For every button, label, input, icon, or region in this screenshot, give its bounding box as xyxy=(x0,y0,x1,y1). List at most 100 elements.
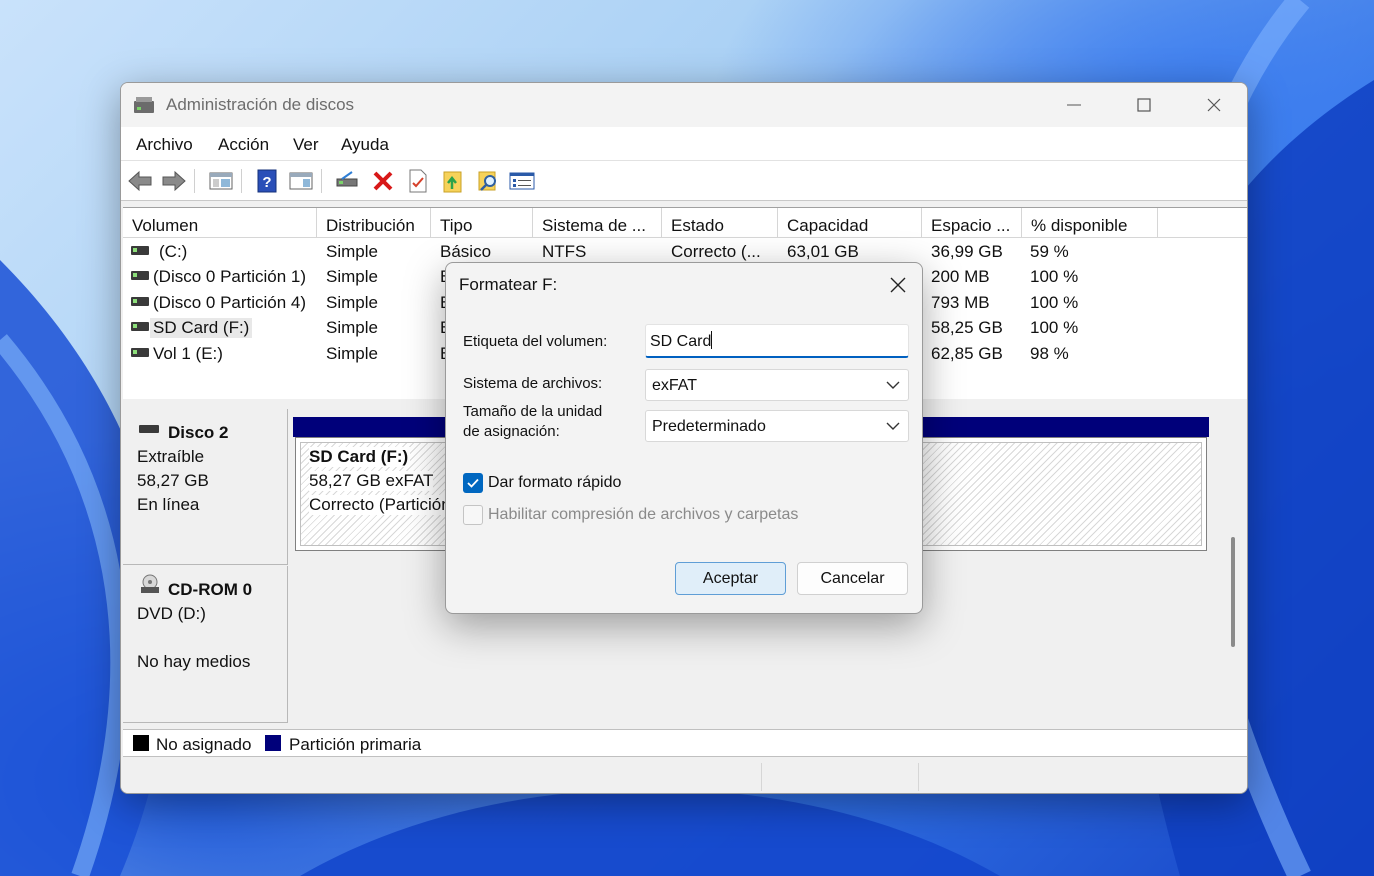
compression-label: Habilitar compresión de archivos y carpe… xyxy=(488,506,799,523)
toolbar-separator xyxy=(241,169,242,193)
connect-drive-icon xyxy=(336,171,358,187)
chevron-down-icon xyxy=(886,422,900,430)
cell-capacidad: 63,01 GB xyxy=(787,242,859,261)
format-dialog: Formatear F: Etiqueta del volumen: SD Ca… xyxy=(445,262,923,614)
cell-volumen: (Disco 0 Partición 1) xyxy=(153,267,307,286)
details-button[interactable] xyxy=(287,167,315,195)
filesystem-value: exFAT xyxy=(652,377,698,394)
quick-format-label[interactable]: Dar formato rápido xyxy=(488,474,621,492)
checkmark-icon xyxy=(467,478,479,488)
maximize-button[interactable] xyxy=(1109,83,1179,127)
console-tree-button[interactable] xyxy=(207,167,235,195)
delete-button[interactable] xyxy=(369,167,397,195)
disk-2-size: 58,27 GB xyxy=(137,471,209,490)
disk-2-status: En línea xyxy=(137,495,200,514)
column-tipo[interactable]: Tipo xyxy=(431,208,533,238)
cell-disponible: 59 % xyxy=(1030,242,1069,261)
cell-disponible: 100 % xyxy=(1030,293,1079,312)
menu-accion[interactable]: Acción xyxy=(218,135,269,155)
column-espacio[interactable]: Espacio ... xyxy=(922,208,1022,238)
menu-ver[interactable]: Ver xyxy=(293,135,319,155)
toolbar: ? xyxy=(121,161,1247,201)
cdrom-name: CD-ROM 0 xyxy=(168,580,253,599)
menu-ayuda[interactable]: Ayuda xyxy=(341,135,389,155)
status-divider xyxy=(918,763,919,791)
menu-archivo[interactable]: Archivo xyxy=(136,135,193,155)
vertical-scrollbar[interactable] xyxy=(1229,413,1237,721)
compression-checkbox xyxy=(463,505,483,525)
disk-2-kind: Extraíble xyxy=(137,447,205,466)
partition-state: Correcto (Partición xyxy=(309,495,451,515)
legend-unallocated: No asignado xyxy=(156,735,252,754)
allocation-value: Predeterminado xyxy=(652,418,766,435)
list-view-icon xyxy=(509,172,535,190)
back-button[interactable] xyxy=(126,167,154,195)
cell-disponible: 100 % xyxy=(1030,318,1079,337)
dialog-close-button[interactable] xyxy=(878,269,918,301)
disk-2-label[interactable]: Disco 2 Extraíble 58,27 GB En línea xyxy=(123,409,288,565)
column-distribucion[interactable]: Distribución xyxy=(317,208,431,238)
allocation-caption-line2: de asignación: xyxy=(463,423,560,440)
dialog-title: Formatear F: xyxy=(459,275,558,294)
cell-sistema: NTFS xyxy=(542,242,587,261)
delete-icon xyxy=(373,171,393,191)
cdrom-drive: DVD (D:) xyxy=(137,604,206,623)
cell-volumen: Vol 1 (E:) xyxy=(153,344,223,363)
cell-espacio: 200 MB xyxy=(931,267,990,286)
quick-format-checkbox[interactable] xyxy=(463,473,483,493)
cell-espacio: 62,85 GB xyxy=(931,344,1003,363)
cell-volumen: (C:) xyxy=(159,242,188,261)
cell-distribucion: Simple xyxy=(326,242,378,261)
cell-espacio: 793 MB xyxy=(931,293,990,312)
table-row[interactable]: (C:) Simple Básico NTFS Correcto (... 63… xyxy=(123,239,1247,264)
column-empty xyxy=(1158,208,1247,238)
window-title: Administración de discos xyxy=(166,95,355,114)
status-divider xyxy=(761,763,762,791)
column-estado[interactable]: Estado xyxy=(662,208,778,238)
details-icon xyxy=(289,172,313,190)
forward-button[interactable] xyxy=(160,167,188,195)
cell-disponible: 100 % xyxy=(1030,267,1079,286)
cdrom-icon xyxy=(141,574,159,593)
accept-button[interactable]: Aceptar xyxy=(675,562,786,595)
partition-name: SD Card (F:) xyxy=(309,447,411,467)
allocation-select[interactable]: Predeterminado xyxy=(645,410,909,442)
cell-distribucion: Simple xyxy=(326,293,378,312)
cell-distribucion: Simple xyxy=(326,318,378,337)
cell-espacio: 58,25 GB xyxy=(931,318,1003,337)
volume-label-caption: Etiqueta del volumen: xyxy=(463,333,608,350)
legend: No asignado Partición primaria xyxy=(123,729,1247,757)
back-arrow-icon xyxy=(128,170,152,192)
close-button[interactable] xyxy=(1179,83,1247,127)
column-capacidad[interactable]: Capacidad xyxy=(778,208,922,238)
volume-drive-icon xyxy=(131,297,149,306)
volume-drive-icon xyxy=(131,271,149,280)
list-view-button[interactable] xyxy=(508,167,536,195)
folder-up-button[interactable] xyxy=(439,167,467,195)
disk-2-name: Disco 2 xyxy=(168,423,229,442)
filesystem-select[interactable]: exFAT xyxy=(645,369,909,401)
scrollbar-thumb[interactable] xyxy=(1231,537,1235,647)
disk-icon xyxy=(139,425,159,433)
console-tree-icon xyxy=(209,172,233,190)
volume-label-input[interactable]: SD Card xyxy=(645,324,909,358)
cancel-button[interactable]: Cancelar xyxy=(797,562,908,595)
search-folder-button[interactable] xyxy=(475,167,503,195)
column-disponible[interactable]: % disponible xyxy=(1022,208,1158,238)
help-button[interactable]: ? xyxy=(253,167,281,195)
column-volumen[interactable]: Volumen xyxy=(123,208,317,238)
allocation-caption-line1: Tamaño de la unidad xyxy=(463,403,603,420)
close-icon xyxy=(1207,98,1221,112)
properties-button[interactable] xyxy=(404,167,432,195)
column-sistema[interactable]: Sistema de ... xyxy=(533,208,662,238)
cdrom-label[interactable]: CD-ROM 0 DVD (D:) No hay medios xyxy=(123,566,288,723)
cell-volumen: (Disco 0 Partición 4) xyxy=(153,293,307,312)
cell-distribucion: Simple xyxy=(326,344,378,363)
volume-drive-icon xyxy=(131,322,149,331)
minimize-button[interactable] xyxy=(1039,83,1109,127)
toolbar-separator xyxy=(321,169,322,193)
volume-label-value: SD Card xyxy=(650,333,712,350)
connect-drive-button[interactable] xyxy=(333,167,361,195)
help-icon: ? xyxy=(257,169,277,193)
cell-distribucion: Simple xyxy=(326,267,378,286)
